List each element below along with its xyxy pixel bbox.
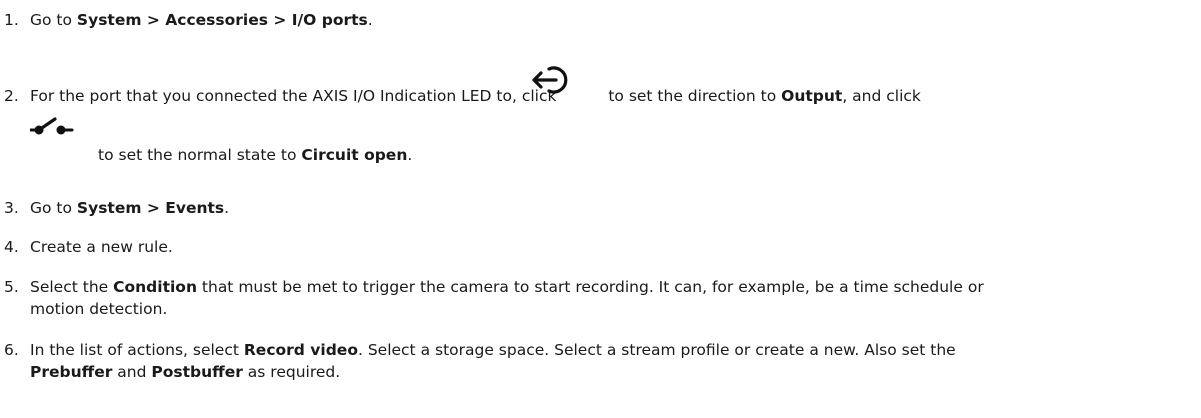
menu-path: System > Events <box>76 199 225 217</box>
step-text: Select the Condition that must be met to… <box>30 278 984 296</box>
step-text: In the list of actions, select Record vi… <box>30 341 956 359</box>
prebuffer-term: Prebuffer <box>30 363 113 381</box>
step-6-line-2: Prebuffer and Postbuffer as required. <box>30 363 341 381</box>
step-number: 1. <box>4 11 19 29</box>
normal-state-value: Circuit open <box>301 146 408 164</box>
step-6: 6. In the list of actions, select Record … <box>0 339 956 361</box>
record-video-term: Record video <box>243 341 358 359</box>
step-number: 2. <box>4 87 19 105</box>
step-text: Go to System > Events. <box>30 199 230 217</box>
step-5-line-2: motion detection. <box>30 300 168 318</box>
step-text: Go to System > Accessories > I/O ports. <box>30 11 373 29</box>
postbuffer-term: Postbuffer <box>151 363 243 381</box>
step-number: 4. <box>4 238 19 256</box>
condition-term: Condition <box>113 278 197 296</box>
normal-state-switch-icon <box>30 117 74 135</box>
step-text: For the port that you connected the AXIS… <box>30 87 921 105</box>
direction-output: Output <box>781 87 843 105</box>
direction-toggle-icon <box>532 66 568 94</box>
step-5: 5. Select the Condition that must be met … <box>0 276 984 298</box>
step-number: 3. <box>4 199 19 217</box>
step-2: 2. For the port that you connected the AX… <box>0 85 921 107</box>
step-number: 6. <box>4 341 19 359</box>
menu-path: System > Accessories > I/O ports <box>76 11 368 29</box>
step-number: 5. <box>4 278 19 296</box>
step-1: 1. Go to System > Accessories > I/O ports… <box>0 9 373 31</box>
step-3: 3. Go to System > Events. <box>0 197 229 219</box>
step-text: Create a new rule. <box>30 238 173 256</box>
step-2-continuation: to set the normal state to Circuit open. <box>98 146 413 164</box>
step-4: 4. Create a new rule. <box>0 236 173 258</box>
